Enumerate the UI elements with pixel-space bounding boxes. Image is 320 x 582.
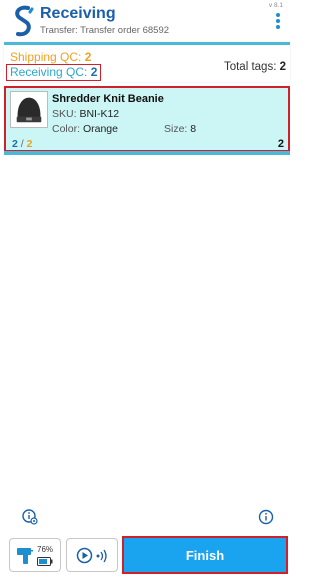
shipping-qc: Shipping QC: 2 [10,50,91,64]
info-icon[interactable] [258,509,274,525]
receiving-qc-label: Receiving QC: [10,65,88,79]
size-value: 8 [190,123,197,135]
scanner-status-button[interactable]: 76% [9,538,61,572]
receiving-qc-value: 2 [90,65,98,79]
app-header: Receiving Transfer: Transfer order 68592… [0,0,293,42]
battery-icon [37,557,53,566]
battery-level: 76% [37,545,54,554]
app-logo-icon [15,5,34,37]
scanner-gun-icon [17,548,33,564]
start-scan-button[interactable] [66,538,118,572]
settings-info-icon[interactable] [22,509,38,525]
sku-value: BNI-K12 [79,108,120,120]
item-color: Color: Orange [52,123,118,135]
received-count: 2 [12,138,18,150]
total-tags: Total tags: 2 [224,61,286,73]
more-vertical-icon[interactable] [275,13,281,29]
expected-count: 2 [26,138,33,150]
size-label: Size: [164,123,188,135]
total-tags-label: Total tags: [223,61,277,73]
page-title: Receiving [40,5,116,22]
item-size: Size: 8 [164,123,196,135]
item-quantity: 2 [277,138,284,150]
rfid-signal-icon [96,549,107,563]
total-tags-value: 2 [279,61,286,73]
count-separator: / [20,138,24,150]
item-sku: SKU: BNI-K12 [52,108,119,120]
transfer-subtitle: Transfer: Transfer order 68592 [40,25,170,36]
color-value: Orange [82,123,118,135]
sku-label: SKU: [52,108,77,120]
receiving-qc[interactable]: Receiving QC: 2 [6,64,102,81]
shipping-qc-value: 2 [84,50,92,64]
item-row[interactable]: Shredder Knit Beanie SKU: BNI-K12 Color:… [4,86,290,155]
item-divider [4,151,290,155]
play-circle-icon [76,547,93,564]
product-thumbnail [10,91,48,128]
finish-button[interactable]: Finish [122,536,288,574]
qc-summary-card: Shipping QC: 2 Receiving QC: 2 Total tag… [4,42,290,82]
app-version: v 8.1 [268,2,283,9]
shipping-qc-label: Shipping QC: [10,50,82,64]
item-name: Shredder Knit Beanie [52,93,164,105]
item-count: 2 / 2 [12,138,32,150]
color-label: Color: [52,123,81,135]
